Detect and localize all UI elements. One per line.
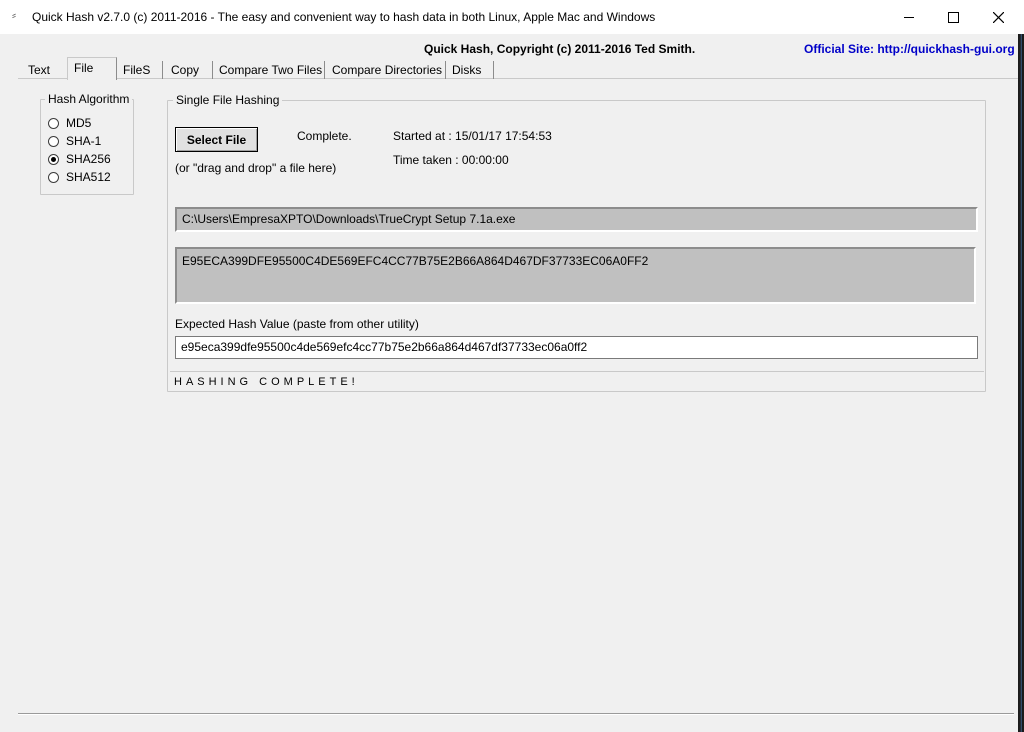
maximize-button[interactable]: [930, 0, 976, 34]
radio-button[interactable]: [48, 135, 59, 147]
status-word: Complete.: [297, 129, 352, 143]
tab-files[interactable]: FileS: [119, 61, 163, 79]
radio-button-checked[interactable]: [48, 153, 59, 165]
close-button[interactable]: [975, 0, 1021, 34]
official-site-link[interactable]: Official Site: http://quickhash-gui.org: [804, 42, 1015, 56]
tab-compare-directories[interactable]: Compare Directories: [328, 61, 446, 79]
file-path-field[interactable]: C:\Users\EmpresaXPTO\Downloads\TrueCrypt…: [175, 207, 978, 232]
tab-file[interactable]: File: [67, 57, 117, 80]
radio-label: SHA-1: [66, 134, 102, 148]
radio-label: MD5: [66, 116, 92, 130]
close-icon: [992, 11, 1004, 23]
app-icon: ⸗: [12, 8, 16, 22]
copyright-label: Quick Hash, Copyright (c) 2011-2016 Ted …: [424, 42, 696, 56]
tab-text[interactable]: Text: [24, 61, 54, 79]
window-edge: [1018, 34, 1024, 732]
algorithm-options: MD5 SHA-1 SHA256 SHA512: [48, 114, 111, 186]
title-bar: ⸗ Quick Hash v2.7.0 (c) 2011-2016 - The …: [0, 0, 1024, 34]
hash-result-field[interactable]: E95ECA399DFE95500C4DE569EFC4CC77B75E2B66…: [175, 247, 976, 304]
radio-button[interactable]: [48, 171, 59, 183]
radio-sha1[interactable]: SHA-1: [48, 132, 111, 150]
select-file-button[interactable]: Select File: [175, 127, 258, 152]
expected-hash-label: Expected Hash Value (paste from other ut…: [175, 317, 419, 331]
radio-sha256[interactable]: SHA256: [48, 150, 111, 168]
tab-disks[interactable]: Disks: [448, 61, 494, 79]
tab-copy[interactable]: Copy: [167, 61, 213, 79]
radio-button[interactable]: [48, 117, 59, 129]
maximize-icon: [947, 11, 959, 23]
tab-compare-two-files[interactable]: Compare Two Files: [215, 61, 325, 79]
drag-drop-hint: (or "drag and drop" a file here): [175, 161, 337, 175]
expected-hash-input[interactable]: e95eca399dfe95500c4de569efc4cc77b75e2b66…: [175, 336, 978, 359]
status-bar: HASHING COMPLETE!: [170, 371, 984, 390]
hash-algorithm-title: Hash Algorithm: [45, 92, 133, 106]
minimize-button[interactable]: [886, 0, 932, 34]
radio-label: SHA512: [66, 170, 111, 184]
time-taken-label: Time taken : 00:00:00: [393, 153, 509, 167]
bottom-separator: [18, 713, 1014, 715]
minimize-icon: [904, 17, 914, 18]
single-file-title: Single File Hashing: [173, 93, 283, 107]
radio-label: SHA256: [66, 152, 111, 166]
radio-md5[interactable]: MD5: [48, 114, 111, 132]
window-title: Quick Hash v2.7.0 (c) 2011-2016 - The ea…: [32, 10, 656, 24]
started-at-label: Started at : 15/01/17 17:54:53: [393, 129, 552, 143]
radio-sha512[interactable]: SHA512: [48, 168, 111, 186]
